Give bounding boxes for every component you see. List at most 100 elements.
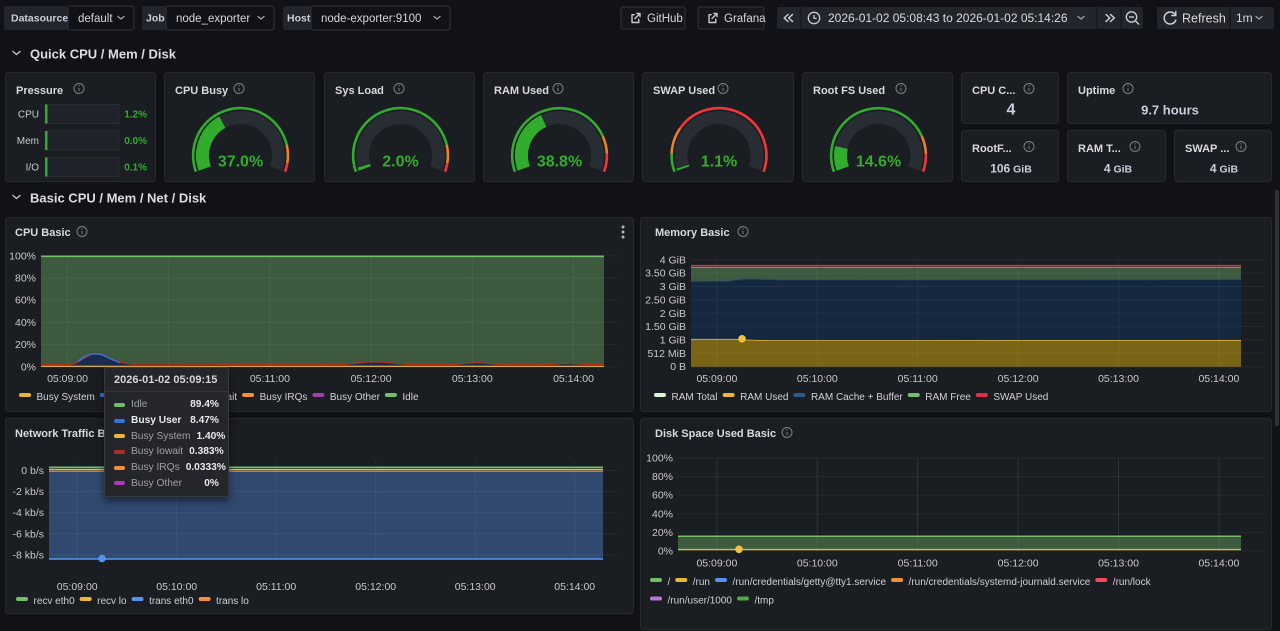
svg-text:60%: 60% [652, 490, 673, 502]
svg-text:Memory Basic: Memory Basic [655, 227, 730, 239]
svg-text:0 B: 0 B [670, 361, 686, 373]
svg-text:1m: 1m [1236, 11, 1253, 25]
svg-text:05:11:00: 05:11:00 [256, 581, 296, 593]
svg-text:RAM Cache + Buffer: RAM Cache + Buffer [811, 392, 903, 403]
svg-text:05:13:00: 05:13:00 [455, 581, 496, 593]
svg-text:Disk Space Used Basic: Disk Space Used Basic [655, 428, 776, 440]
svg-text:20%: 20% [652, 527, 673, 539]
svg-text:/run: /run [693, 577, 710, 588]
svg-text:trans lo: trans lo [216, 596, 249, 607]
svg-text:1.2%: 1.2% [124, 110, 147, 121]
svg-text:05:10:00: 05:10:00 [156, 581, 197, 593]
svg-text:CPU Busy: CPU Busy [175, 85, 229, 97]
svg-text:node-exporter:9100: node-exporter:9100 [321, 13, 421, 25]
svg-text:3.50 GiB: 3.50 GiB [645, 268, 686, 280]
svg-text:Busy Other: Busy Other [330, 392, 381, 403]
svg-text:SWAP Used: SWAP Used [653, 85, 715, 97]
svg-text:-2 kb/s: -2 kb/s [12, 486, 44, 498]
svg-text:/tmp: /tmp [754, 596, 774, 607]
svg-text:CPU Basic: CPU Basic [15, 227, 71, 239]
svg-text:9.7 hours: 9.7 hours [1141, 103, 1199, 118]
svg-text:node_exporter: node_exporter [176, 13, 250, 25]
svg-text:Job: Job [146, 13, 165, 25]
svg-text:1.50 GiB: 1.50 GiB [645, 321, 686, 333]
svg-text:1.1%: 1.1% [701, 154, 737, 171]
svg-text:2 GiB: 2 GiB [660, 308, 686, 320]
svg-text:Sys Load: Sys Load [335, 85, 384, 97]
svg-text:2.50 GiB: 2.50 GiB [645, 294, 686, 306]
svg-text:recv lo: recv lo [97, 596, 127, 607]
svg-text:0.0%: 0.0% [124, 136, 147, 147]
svg-text:0%: 0% [21, 361, 36, 373]
svg-text:05:11:00: 05:11:00 [898, 558, 938, 570]
svg-text:CPU C...: CPU C... [972, 85, 1015, 97]
svg-text:3 GiB: 3 GiB [660, 281, 686, 293]
svg-text:20%: 20% [15, 339, 36, 351]
svg-text:37.0%: 37.0% [218, 154, 263, 171]
svg-text:80%: 80% [652, 471, 673, 483]
svg-text:Root FS Used: Root FS Used [813, 85, 885, 97]
svg-text:05:12:00: 05:12:00 [998, 373, 1039, 385]
svg-text:05:11:00: 05:11:00 [898, 373, 938, 385]
svg-text:-6 kb/s: -6 kb/s [12, 528, 44, 540]
svg-text:-4 kb/s: -4 kb/s [12, 507, 44, 519]
svg-text:60%: 60% [15, 295, 36, 307]
svg-text:SWAP Used: SWAP Used [993, 392, 1048, 403]
svg-text:/run/credentials/systemd-journ: /run/credentials/systemd-journald.servic… [909, 577, 1091, 588]
svg-text:38.8%: 38.8% [537, 154, 582, 171]
svg-text:05:09:00: 05:09:00 [696, 558, 737, 570]
svg-text:05:10:00: 05:10:00 [797, 558, 838, 570]
svg-text:4 GiB: 4 GiB [660, 254, 686, 266]
svg-text:Busy IRQs: Busy IRQs [260, 392, 308, 403]
svg-text:Grafana: Grafana [724, 13, 766, 25]
svg-text:0.1%: 0.1% [124, 163, 147, 174]
svg-text:Refresh: Refresh [1182, 12, 1226, 26]
svg-text:05:12:00: 05:12:00 [998, 558, 1039, 570]
svg-text:RootF...: RootF... [972, 143, 1012, 155]
svg-text:05:14:00: 05:14:00 [1198, 373, 1239, 385]
svg-text:05:09:00: 05:09:00 [57, 581, 98, 593]
svg-text:Uptime: Uptime [1078, 85, 1115, 97]
svg-text:/run/credentials/getty@tty1.se: /run/credentials/getty@tty1.service [733, 577, 887, 588]
svg-text:1 GiB: 1 GiB [660, 335, 686, 347]
svg-text:Mem: Mem [17, 136, 39, 147]
svg-text:0 b/s: 0 b/s [21, 465, 44, 477]
svg-text:RAM Total: RAM Total [672, 392, 718, 403]
svg-text:2026-01-02 05:08:43 to 2026-01: 2026-01-02 05:08:43 to 2026-01-02 05:14:… [828, 11, 1068, 25]
svg-text:Quick CPU / Mem / Disk: Quick CPU / Mem / Disk [30, 47, 177, 62]
svg-text:Datasource: Datasource [11, 13, 68, 25]
svg-text:GitHub: GitHub [647, 13, 683, 25]
svg-text:Busy System: Busy System [37, 392, 95, 403]
svg-text:-8 kb/s: -8 kb/s [12, 549, 44, 561]
svg-text:05:10:00: 05:10:00 [797, 373, 838, 385]
svg-text:512 MiB: 512 MiB [647, 348, 686, 360]
svg-text:RAM T...: RAM T... [1078, 143, 1121, 155]
svg-text:80%: 80% [15, 273, 36, 285]
svg-text:100%: 100% [646, 453, 673, 465]
svg-text:40%: 40% [652, 508, 673, 520]
svg-text:4 GiB: 4 GiB [1104, 162, 1133, 176]
svg-text:I/O: I/O [26, 163, 40, 174]
svg-text:CPU: CPU [18, 110, 39, 121]
svg-text:05:14:00: 05:14:00 [554, 581, 595, 593]
svg-text:Idle: Idle [402, 392, 419, 403]
svg-text:default: default [78, 13, 113, 25]
svg-text:05:09:00: 05:09:00 [696, 373, 737, 385]
svg-text:/run/lock: /run/lock [1113, 577, 1152, 588]
svg-text:05:14:00: 05:14:00 [553, 373, 594, 385]
svg-text:05:09:00: 05:09:00 [47, 373, 88, 385]
svg-text:4: 4 [1007, 102, 1016, 119]
svg-text:40%: 40% [15, 317, 36, 329]
svg-text:14.6%: 14.6% [856, 154, 901, 171]
svg-text:RAM Free: RAM Free [925, 392, 971, 403]
svg-text:recv eth0: recv eth0 [34, 596, 76, 607]
svg-text:trans eth0: trans eth0 [149, 596, 194, 607]
svg-text:/: / [668, 577, 671, 588]
svg-text:0%: 0% [658, 546, 673, 558]
svg-text:05:14:00: 05:14:00 [1198, 558, 1239, 570]
svg-text:SWAP ...: SWAP ... [1185, 143, 1229, 155]
svg-text:05:12:00: 05:12:00 [355, 581, 396, 593]
svg-text:05:13:00: 05:13:00 [1098, 373, 1139, 385]
svg-text:RAM Used: RAM Used [740, 392, 788, 403]
svg-text:106 GiB: 106 GiB [990, 162, 1032, 176]
